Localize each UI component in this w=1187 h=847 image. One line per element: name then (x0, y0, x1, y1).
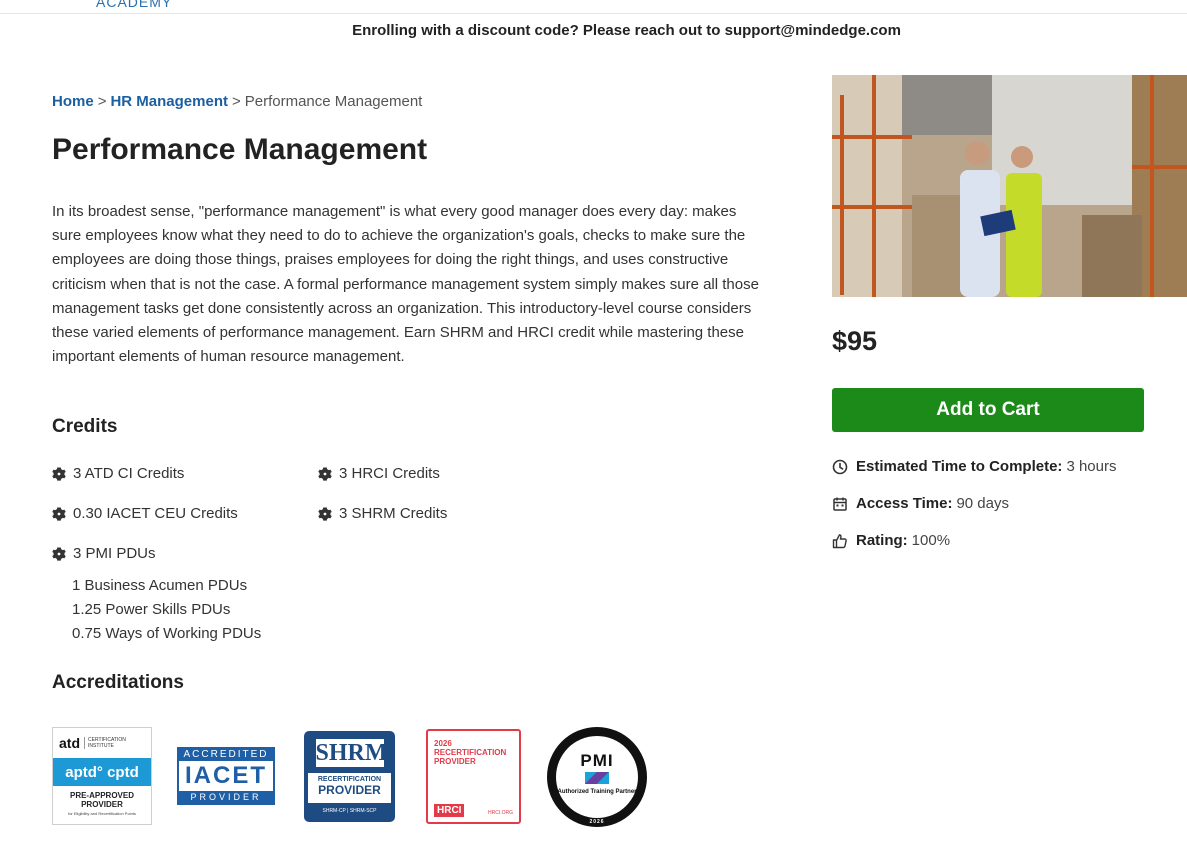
credit-item: 3 PMI PDUs (52, 545, 156, 562)
breadcrumb: Home > HR Management > Performance Managemen… (52, 93, 422, 110)
credit-label: 3 ATD CI Credits (73, 465, 185, 482)
estimated-time-value: 3 hours (1066, 458, 1117, 475)
course-description: In its broadest sense, "performance mana… (52, 203, 759, 366)
credits-heading: Credits (52, 416, 118, 437)
access-time-row: Access Time: 90 days (832, 495, 1009, 512)
calendar-icon (833, 497, 847, 511)
site-logo-fragment[interactable]: ACADEMY (96, 0, 172, 10)
credit-label: 3 HRCI Credits (339, 465, 440, 482)
atd-badge-fine-print: for Eligibility and Recertification Poin… (68, 811, 136, 816)
pmi-badge-year: 2026 (589, 819, 605, 825)
gear-icon (318, 506, 332, 521)
pmi-badge-logo: PMI (580, 751, 614, 770)
iacet-badge-name: IACET (179, 761, 273, 791)
breadcrumb-category-link[interactable]: HR Management (110, 93, 228, 110)
breadcrumb-current: Performance Management (244, 93, 423, 110)
course-price: $95 (832, 326, 878, 356)
rating-value: 100% (911, 532, 951, 549)
pdu-breakdown-item: 1 Business Acumen PDUs (72, 577, 248, 594)
discount-notice: Enrolling with a discount code? Please r… (352, 22, 901, 39)
breadcrumb-separator: > (97, 93, 107, 110)
atd-badge-institute: CERTIFICATION INSTITUTE (84, 737, 151, 749)
hrci-badge: 2026 RECERTIFICATION PROVIDER HRCI HRCI.… (426, 729, 521, 824)
site-header-strip: ACADEMY (0, 0, 1187, 14)
credit-label: 0.30 IACET CEU Credits (73, 505, 238, 522)
accreditations-heading: Accreditations (52, 672, 184, 693)
course-hero-image (832, 75, 1187, 297)
estimated-time-row: Estimated Time to Complete: 3 hours (832, 458, 1116, 475)
pmi-logo-mark-icon (585, 772, 609, 784)
rating-row: Rating: 100% (832, 532, 950, 549)
add-to-cart-button[interactable]: Add to Cart (832, 388, 1144, 432)
shrm-badge-line1: RECERTIFICATION (317, 776, 382, 783)
warehouse-workers-photo (832, 75, 1187, 297)
hrci-badge-brand: HRCI (434, 804, 465, 817)
estimated-time-label: Estimated Time to Complete: (856, 458, 1063, 475)
hrci-badge-line2: RECERTIFICATION (434, 748, 507, 757)
gear-icon (318, 466, 332, 481)
credit-item: 0.30 IACET CEU Credits (52, 505, 238, 522)
credit-item: 3 HRCI Credits (318, 465, 440, 482)
credit-label: 3 PMI PDUs (73, 545, 156, 562)
iacet-badge-top: ACCREDITED (183, 749, 269, 760)
pdu-breakdown-item: 0.75 Ways of Working PDUs (72, 625, 262, 642)
atd-badge-label: PRE-APPROVED PROVIDER (69, 791, 134, 809)
gear-icon (52, 546, 66, 561)
access-time-value: 90 days (956, 495, 1009, 512)
page-title: Performance Management (52, 133, 428, 166)
thumbs-up-icon (832, 533, 847, 548)
hrci-badge-line3: PROVIDER (434, 757, 476, 766)
credit-label: 3 SHRM Credits (339, 505, 448, 522)
pmi-badge: PMI Authorized Training Partner 2026 (547, 727, 647, 827)
clock-icon (832, 459, 848, 474)
gear-icon (52, 506, 66, 521)
iacet-badge: ACCREDITED IACET PROVIDER (177, 747, 275, 805)
credit-item: 3 SHRM Credits (318, 505, 447, 522)
atd-badge-marks: aptd° cptd (53, 758, 151, 786)
hrci-badge-year: 2026 (434, 739, 452, 748)
shrm-badge-line2: PROVIDER (318, 783, 381, 797)
credit-item: 3 ATD CI Credits (52, 465, 184, 482)
breadcrumb-separator: > (231, 93, 241, 110)
gear-icon (52, 466, 66, 481)
hrci-badge-url: HRCI.ORG (488, 810, 513, 816)
breadcrumb-home-link[interactable]: Home (52, 93, 94, 110)
rating-label: Rating: (856, 532, 908, 549)
pdu-breakdown-item: 1.25 Power Skills PDUs (72, 601, 231, 618)
access-time-label: Access Time: (856, 495, 953, 512)
atd-badge-brand: atd (59, 735, 80, 751)
pmi-badge-label: Authorized Training Partner (557, 789, 637, 795)
shrm-badge-logo: SHRM (315, 739, 388, 767)
atd-badge: atd CERTIFICATION INSTITUTE aptd° cptd P… (52, 727, 152, 825)
shrm-badge-foot: SHRM-CP | SHRM-SCP (322, 808, 377, 814)
iacet-badge-bottom: PROVIDER (190, 792, 262, 802)
shrm-badge: SHRM RECERTIFICATION PROVIDER SHRM-CP | … (304, 731, 395, 822)
